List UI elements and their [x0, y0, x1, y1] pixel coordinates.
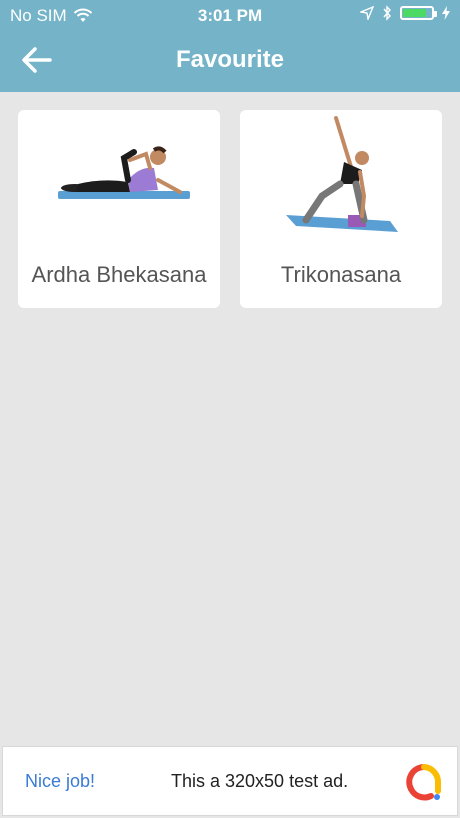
ad-text: This a 320x50 test ad.: [171, 771, 349, 791]
yoga-pose-triangle-image: [286, 116, 398, 232]
bluetooth-icon: [383, 5, 391, 21]
charging-bolt-icon: [442, 6, 450, 20]
favourite-card-trikonasana[interactable]: Trikonasana: [240, 110, 442, 308]
favourite-card-label: Trikonasana: [280, 262, 402, 287]
app-header: No SIM 3:01 PM Favourite: [0, 0, 460, 92]
ad-link[interactable]: Nice job!: [25, 771, 95, 792]
ad-banner[interactable]: Nice job! This a 320x50 test ad.: [2, 746, 458, 816]
favourite-card-ardha-bhekasana[interactable]: Ardha Bhekasana: [18, 110, 220, 308]
status-right: [360, 5, 450, 21]
status-bar: No SIM 3:01 PM: [0, 0, 460, 30]
battery-icon: [400, 6, 437, 20]
adchoices-logo-icon[interactable]: [405, 763, 443, 801]
page-title: Favourite: [175, 46, 285, 73]
location-arrow-icon: [360, 6, 374, 20]
nav-bar: Favourite: [0, 30, 460, 92]
yoga-pose-lying-image: [58, 146, 190, 199]
favourite-card-label: Ardha Bhekasana: [31, 262, 207, 287]
